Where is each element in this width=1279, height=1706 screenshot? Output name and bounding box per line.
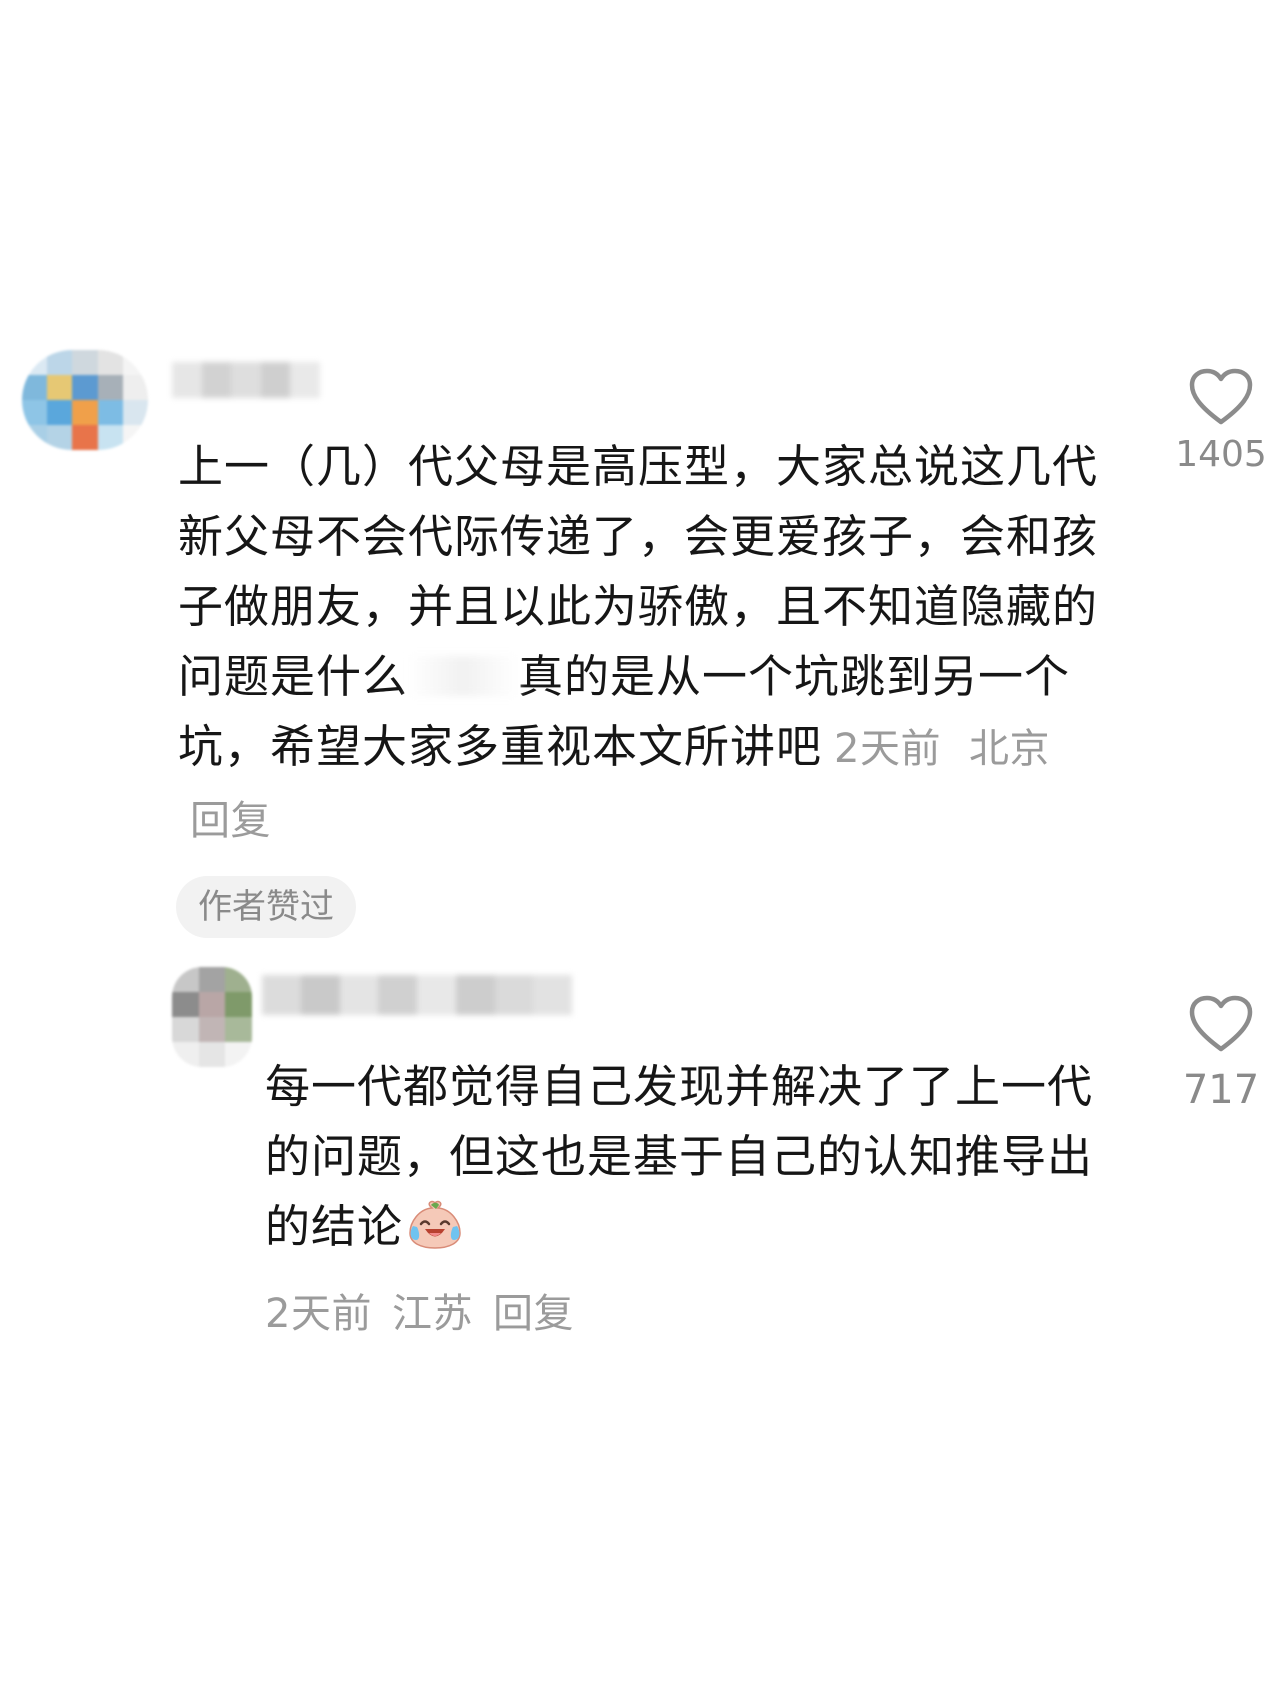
comment-text: 上一（几）代父母是高压型，大家总说这几代新父母不会代际传递了，会更爱孩子，会和孩… bbox=[178, 432, 1118, 856]
mosaic-cell bbox=[225, 1042, 252, 1067]
reply-location: 江苏 bbox=[391, 1291, 473, 1337]
mosaic-cell bbox=[97, 350, 123, 375]
heart-outline-icon bbox=[1189, 368, 1253, 425]
reply-text: 每一代都觉得自己发现并解决了了上一代的问题，但这也是基于自己的认知推导出的结论 bbox=[265, 1052, 1125, 1262]
blur-segment bbox=[201, 362, 232, 398]
reply-text-content: 每一代都觉得自己发现并解决了了上一代的问题，但这也是基于自己的认知推导出的结论 bbox=[265, 1060, 1094, 1253]
reply-reply-button[interactable]: 回复 bbox=[493, 1291, 574, 1337]
mosaic-cell bbox=[198, 967, 226, 992]
mosaic-cell bbox=[97, 400, 123, 425]
mosaic-cell bbox=[198, 1017, 226, 1042]
blur-segment bbox=[455, 975, 495, 1015]
mosaic-cell bbox=[47, 400, 73, 425]
avatar[interactable] bbox=[22, 350, 148, 450]
heart-outline-icon bbox=[1189, 995, 1253, 1052]
mosaic-cell bbox=[122, 400, 148, 425]
mosaic-cell bbox=[172, 1042, 199, 1067]
mosaic-cell bbox=[122, 425, 148, 450]
like-count: 1405 bbox=[1175, 434, 1267, 475]
mosaic-cell bbox=[172, 992, 199, 1017]
mosaic-cell bbox=[172, 967, 199, 992]
mosaic-cell bbox=[22, 425, 48, 450]
blur-segment bbox=[339, 975, 379, 1015]
mosaic-cell bbox=[72, 375, 98, 400]
mosaic-cell bbox=[72, 425, 98, 450]
blur-segment bbox=[494, 975, 534, 1015]
reply-avatar[interactable] bbox=[172, 967, 252, 1067]
blur-segment bbox=[417, 975, 456, 1015]
blur-segment bbox=[260, 362, 291, 398]
mosaic-cell bbox=[225, 1017, 252, 1042]
reply-button[interactable]: 回复 bbox=[190, 798, 271, 844]
mosaic-cell bbox=[198, 992, 226, 1017]
blur-segment bbox=[533, 975, 572, 1015]
mosaic-cell bbox=[47, 425, 73, 450]
mosaic-cell bbox=[225, 992, 252, 1017]
mosaic-cell bbox=[97, 375, 123, 400]
blur-segment bbox=[290, 362, 320, 398]
reply-time: 2天前 bbox=[265, 1291, 372, 1337]
username-blurred[interactable] bbox=[172, 362, 320, 398]
reply-like-button[interactable]: 717 bbox=[1156, 995, 1279, 1113]
mosaic-cell bbox=[172, 1017, 199, 1042]
reply-username-blurred[interactable] bbox=[262, 975, 572, 1015]
mosaic-cell bbox=[122, 375, 148, 400]
blur-segment bbox=[378, 975, 417, 1015]
mosaic-cell bbox=[97, 425, 123, 450]
reply-meta-row: 2天前 江苏 回复 bbox=[265, 1284, 594, 1352]
mosaic-cell bbox=[225, 967, 252, 992]
like-button[interactable]: 1405 bbox=[1156, 368, 1279, 475]
mosaic-cell bbox=[47, 350, 73, 375]
mosaic-cell bbox=[122, 350, 148, 375]
reply-like-count: 717 bbox=[1182, 1067, 1260, 1113]
mosaic-cell bbox=[72, 350, 98, 375]
author-liked-badge: 作者赞过 bbox=[176, 876, 356, 938]
blur-segment bbox=[231, 362, 261, 398]
mosaic-cell bbox=[22, 400, 48, 425]
comment-location: 北京 bbox=[968, 726, 1050, 772]
crying-laugh-emoji-icon bbox=[409, 1200, 461, 1249]
blur-segment bbox=[300, 975, 340, 1015]
mosaic-cell bbox=[22, 375, 48, 400]
blur-segment bbox=[172, 362, 202, 398]
mosaic-cell bbox=[47, 375, 73, 400]
comment-time: 2天前 bbox=[834, 726, 941, 772]
blur-segment bbox=[262, 975, 301, 1015]
redacted-text bbox=[408, 656, 519, 696]
mosaic-cell bbox=[198, 1042, 226, 1067]
mosaic-cell bbox=[22, 350, 48, 375]
mosaic-cell bbox=[72, 400, 98, 425]
